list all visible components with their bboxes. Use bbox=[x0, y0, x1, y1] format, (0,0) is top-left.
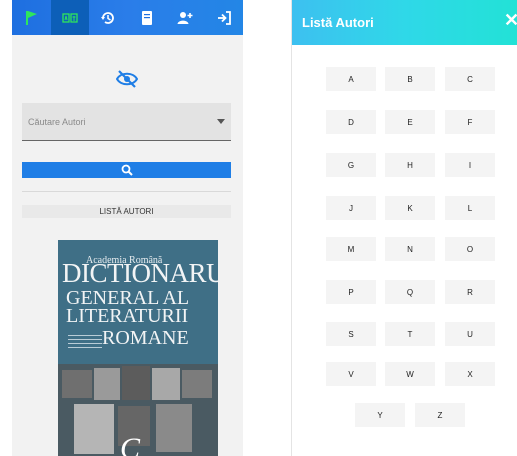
letter-button-v[interactable]: V bbox=[326, 362, 376, 386]
book-icon bbox=[141, 10, 152, 25]
toolbar-translate-button[interactable] bbox=[50, 0, 89, 35]
book-subtitle-lines bbox=[68, 335, 102, 359]
toolbar-login-button[interactable] bbox=[205, 0, 244, 35]
dialog-title: Listă Autori bbox=[302, 15, 374, 30]
letter-button-h[interactable]: H bbox=[385, 153, 435, 177]
dropdown-caret-icon bbox=[217, 119, 225, 124]
history-icon bbox=[101, 11, 115, 24]
letter-button-g[interactable]: G bbox=[326, 153, 376, 177]
main-panel: Căutare Autori LISTĂ AUTORI Academia Rom… bbox=[12, 0, 243, 456]
letter-button-r[interactable]: R bbox=[445, 280, 495, 304]
letter-button-t[interactable]: T bbox=[385, 322, 435, 346]
letter-button-x[interactable]: X bbox=[445, 362, 495, 386]
author-list-button[interactable]: LISTĂ AUTORI bbox=[22, 205, 231, 218]
letter-button-y[interactable]: Y bbox=[355, 403, 405, 427]
letter-button-c[interactable]: C bbox=[445, 67, 495, 91]
toolbar-history-button[interactable] bbox=[89, 0, 128, 35]
letter-button-q[interactable]: Q bbox=[385, 280, 435, 304]
author-list-dialog: Listă Autori ✕ ABC DEF GHI JKL MNO PQR STU VWX Y… bbox=[291, 0, 517, 456]
search-icon bbox=[121, 164, 133, 176]
dialog-header: Listă Autori ✕ bbox=[292, 0, 517, 45]
book-title-line1: DICTIONARUL bbox=[62, 258, 218, 288]
letter-button-b[interactable]: B bbox=[385, 67, 435, 91]
letter-button-f[interactable]: F bbox=[445, 110, 495, 134]
book-volume-letter: C bbox=[120, 432, 141, 456]
app-root: Căutare Autori LISTĂ AUTORI Academia Rom… bbox=[0, 0, 517, 456]
letter-button-w[interactable]: W bbox=[385, 362, 435, 386]
toolbar-add-user-button[interactable] bbox=[166, 0, 205, 35]
close-icon[interactable]: ✕ bbox=[504, 10, 517, 31]
add-user-icon bbox=[177, 11, 193, 24]
author-search-placeholder: Căutare Autori bbox=[28, 116, 86, 127]
toolbar-book-button[interactable] bbox=[128, 0, 167, 35]
book-title-line4: ROMANE bbox=[102, 327, 189, 349]
toolbar-flag-button[interactable] bbox=[12, 0, 51, 35]
letter-button-d[interactable]: D bbox=[326, 110, 376, 134]
login-icon bbox=[217, 10, 231, 25]
letter-button-k[interactable]: K bbox=[385, 196, 435, 220]
letter-button-s[interactable]: S bbox=[326, 322, 376, 346]
letter-button-j[interactable]: J bbox=[326, 196, 376, 220]
top-toolbar bbox=[12, 0, 243, 35]
translate-icon bbox=[62, 12, 78, 23]
letter-button-u[interactable]: U bbox=[445, 322, 495, 346]
letter-button-l[interactable]: L bbox=[445, 196, 495, 220]
visibility-off-icon[interactable] bbox=[116, 70, 138, 88]
letter-button-p[interactable]: P bbox=[326, 280, 376, 304]
letter-button-a[interactable]: A bbox=[326, 67, 376, 91]
letter-button-o[interactable]: O bbox=[445, 237, 495, 261]
letter-button-m[interactable]: M bbox=[326, 237, 376, 261]
letter-button-i[interactable]: I bbox=[445, 153, 495, 177]
letter-button-n[interactable]: N bbox=[385, 237, 435, 261]
letter-button-z[interactable]: Z bbox=[415, 403, 465, 427]
book-cover-image: Academia Română DICTIONARUL GENERAL AL L… bbox=[58, 240, 218, 456]
flag-icon bbox=[26, 10, 38, 25]
author-search-select[interactable]: Căutare Autori bbox=[22, 103, 231, 141]
search-button[interactable] bbox=[22, 162, 231, 178]
divider bbox=[22, 191, 231, 192]
book-title-line3: LITERATURII bbox=[66, 305, 189, 327]
letter-button-e[interactable]: E bbox=[385, 110, 435, 134]
